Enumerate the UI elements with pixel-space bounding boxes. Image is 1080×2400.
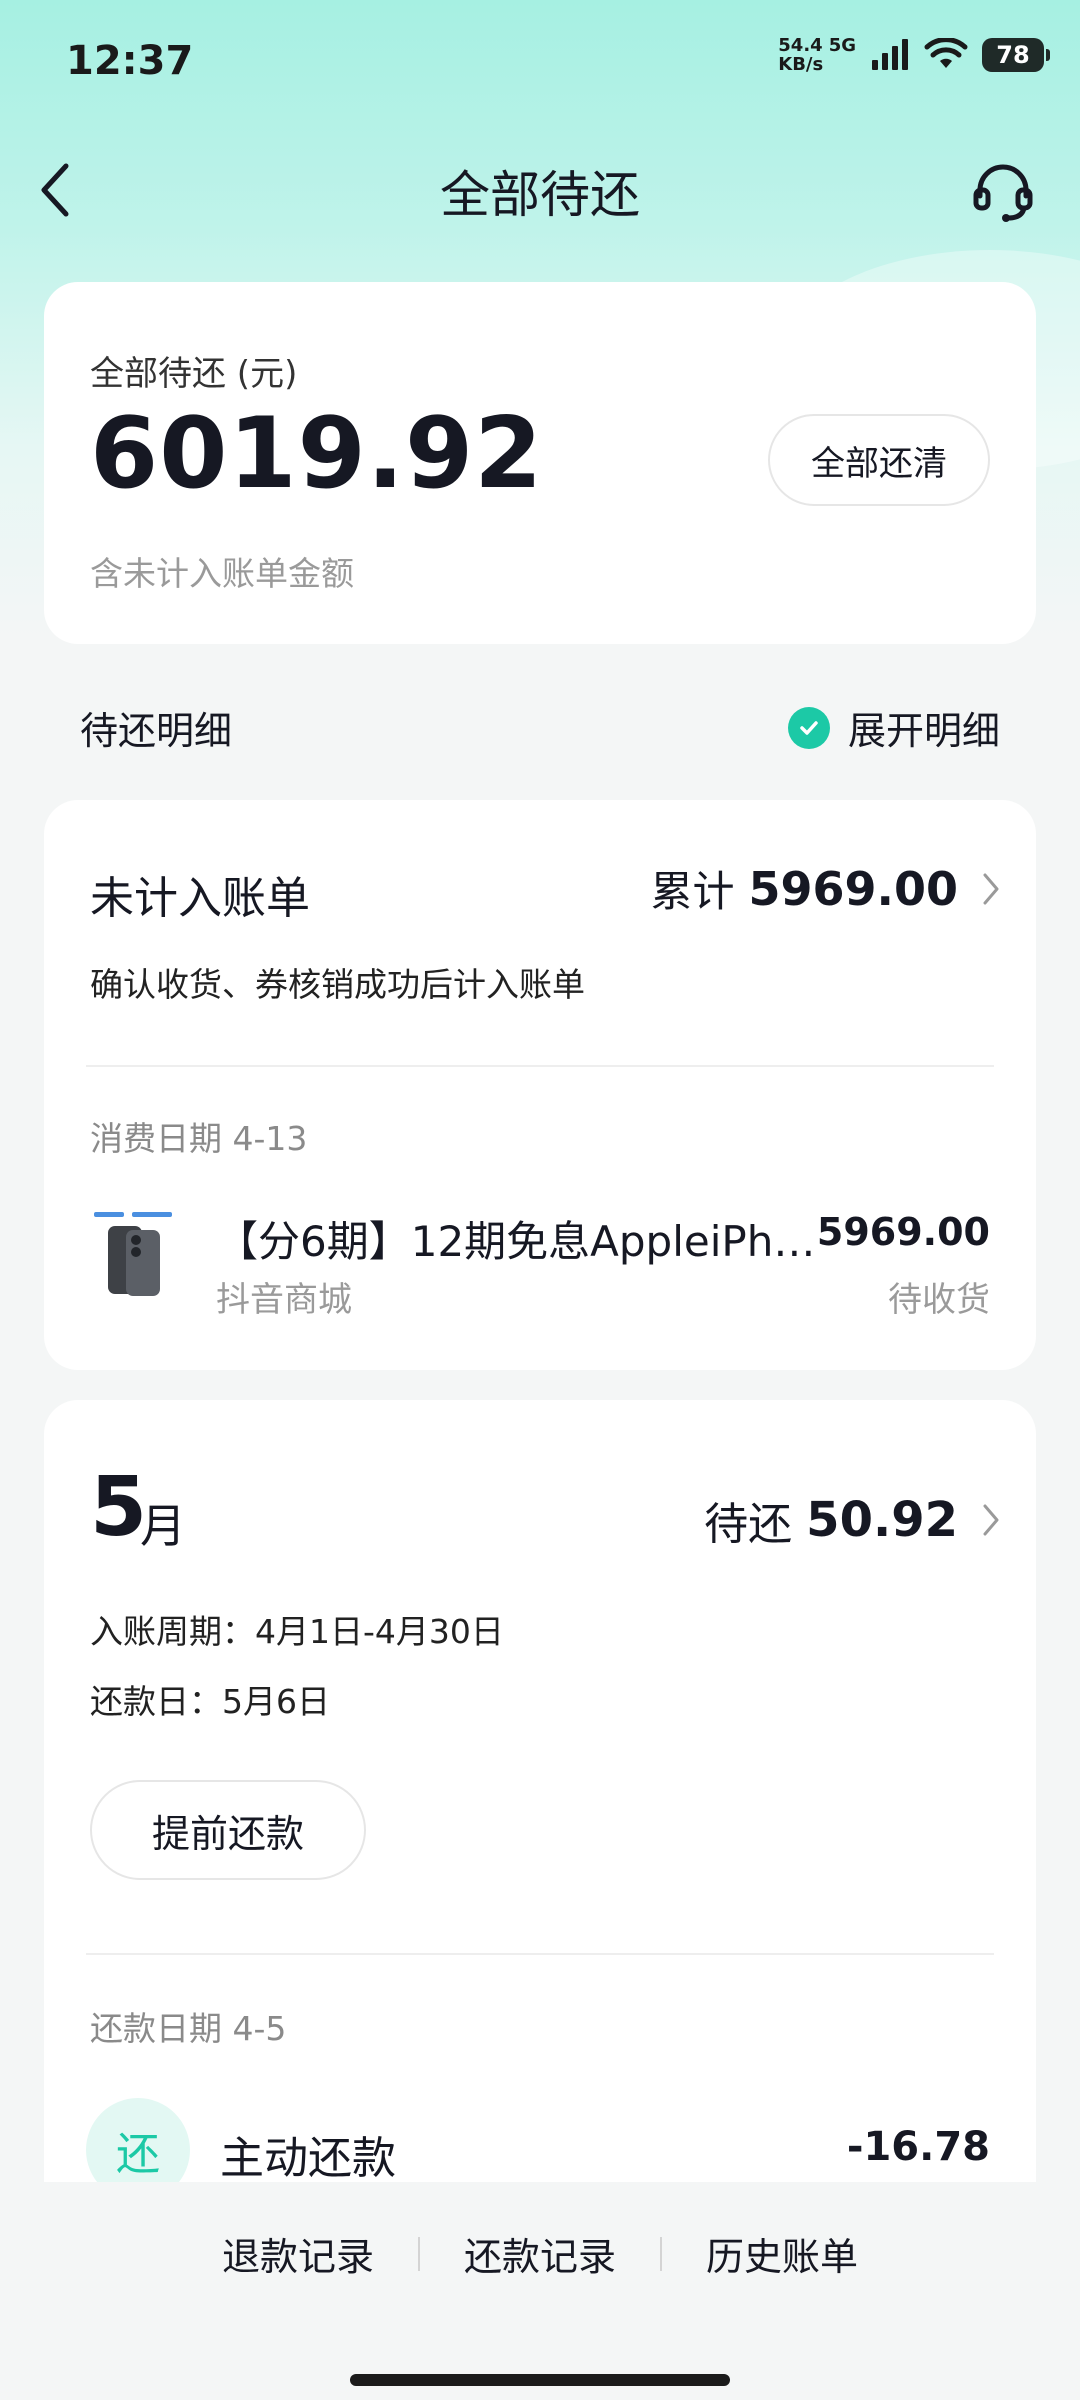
total-due-note: 含未计入账单金额	[90, 554, 354, 593]
total-due-label: 全部待还 (元)	[90, 354, 298, 394]
battery-icon: 78	[982, 38, 1050, 72]
prepay-button[interactable]: 提前还款	[90, 1780, 366, 1880]
product-thumbnail	[90, 1210, 180, 1300]
customer-service-button[interactable]	[970, 158, 1036, 224]
bill-month-unit: 月	[140, 1499, 186, 1553]
repayment-amount: -16.78	[846, 2124, 990, 2170]
bottom-links: 退款记录 还款记录 历史账单	[0, 2226, 1080, 2281]
refund-records-link[interactable]: 退款记录	[178, 2226, 418, 2281]
check-icon	[787, 706, 830, 749]
divider	[86, 1953, 994, 1955]
item-amount: 5969.00	[816, 1210, 990, 1254]
bottom-bar: 退款记录 还款记录 历史账单	[0, 2182, 1080, 2400]
unbilled-total-link[interactable]: 累计 5969.00	[650, 858, 1002, 919]
product-title: 【分6期】12期免息AppleiPh…	[216, 1217, 816, 1266]
expand-details-label: 展开明细	[847, 709, 1000, 753]
chevron-right-icon	[983, 873, 999, 904]
unbilled-total-value: 5969.00	[748, 861, 958, 916]
expand-details-toggle[interactable]: 展开明细	[787, 700, 1000, 755]
unbilled-card: 未计入账单 累计 5969.00 确认收货、券核销成功后计入账单 消费日期 4-…	[44, 800, 1036, 1370]
repayment-day: 还款日：5月6日	[90, 1682, 330, 1721]
net-speed-unit: KB/s	[778, 54, 824, 75]
repayment-records-link[interactable]: 还款记录	[420, 2226, 660, 2281]
divider	[86, 1065, 994, 1067]
network-type: 5G	[828, 35, 856, 56]
bill-month-number: 5	[90, 1460, 148, 1555]
shop-name: 抖音商城	[216, 1280, 352, 1320]
total-due-card: 全部待还 (元) 6019.92 含未计入账单金额 全部还清	[44, 282, 1036, 644]
detail-section-title: 待还明细	[80, 709, 233, 753]
unbilled-description: 确认收货、券核销成功后计入账单	[90, 965, 585, 1004]
signal-icon	[872, 39, 908, 70]
page-title: 全部待还	[440, 166, 640, 224]
total-due-amount: 6019.92	[90, 397, 544, 511]
history-bills-link[interactable]: 历史账单	[662, 2226, 902, 2281]
chevron-right-icon	[983, 1504, 999, 1536]
headset-icon	[973, 164, 1033, 222]
billing-cycle: 入账周期：4月1日-4月30日	[90, 1612, 504, 1651]
status-indicators: 54.4 5G KB/s 78	[778, 36, 1050, 74]
net-speed-value: 54.4	[778, 35, 823, 56]
month-due-value: 50.92	[806, 1492, 958, 1548]
home-indicator[interactable]	[350, 2374, 730, 2386]
item-status: 待收货	[888, 1280, 990, 1320]
unbilled-title: 未计入账单	[90, 873, 310, 924]
purchase-date-label: 消费日期 4-13	[90, 1119, 308, 1158]
pay-all-button[interactable]: 全部还清	[768, 414, 990, 506]
repayment-date-label: 还款日期 4-5	[90, 2009, 287, 2048]
month-due-label: 待还	[704, 1499, 793, 1550]
repayment-title: 主动还款	[220, 2133, 396, 2184]
status-time: 12:37	[66, 38, 194, 84]
month-due-link[interactable]: 待还 50.92	[704, 1488, 1002, 1552]
unbilled-total-label: 累计	[650, 867, 735, 916]
wifi-icon	[924, 38, 968, 68]
network-speed: 54.4 5G KB/s	[778, 36, 856, 74]
